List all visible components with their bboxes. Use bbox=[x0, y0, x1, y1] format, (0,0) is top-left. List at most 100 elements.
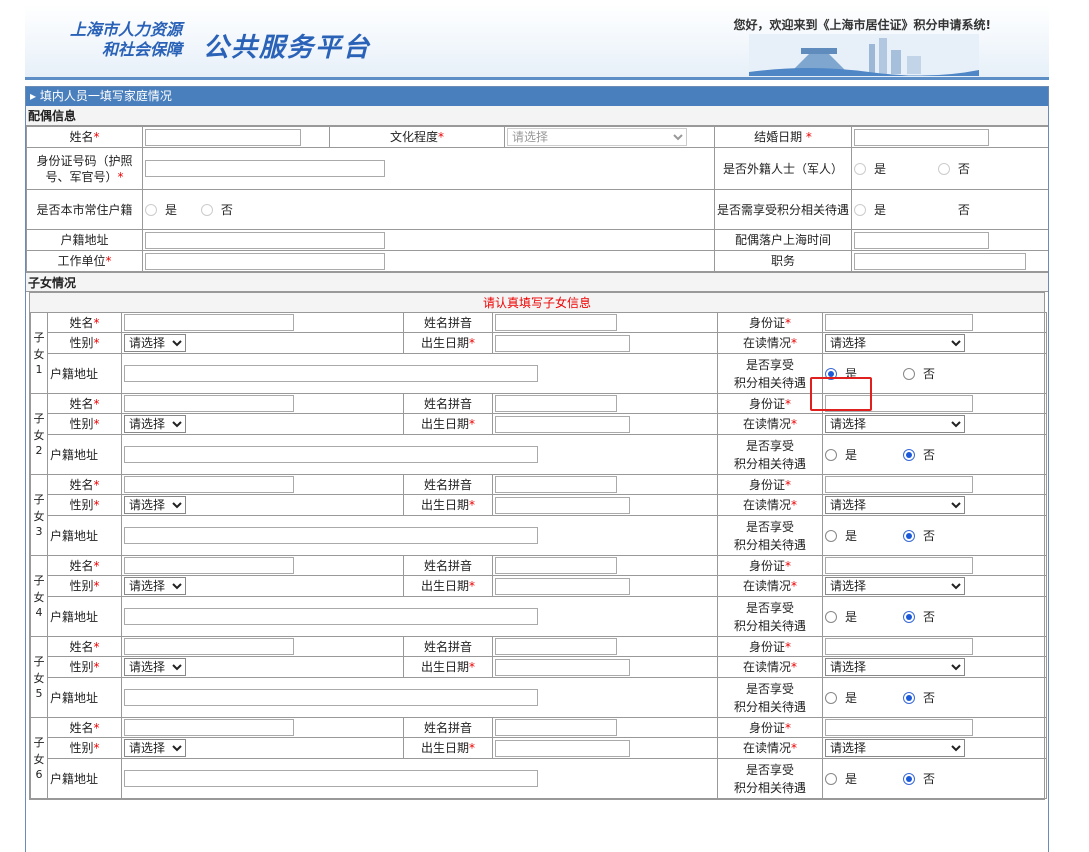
child-benefit-yes-radio[interactable] bbox=[825, 448, 837, 461]
spouse-local-no-radio[interactable] bbox=[200, 203, 213, 216]
spouse-foreign-yes-radio[interactable] bbox=[854, 162, 866, 175]
child-id-label: 身份证* bbox=[717, 636, 823, 657]
spouse-work-input[interactable] bbox=[145, 252, 385, 270]
child-gender-select[interactable]: 请选择 bbox=[124, 658, 186, 676]
child-hukou-input[interactable] bbox=[124, 446, 538, 463]
child-hukou-label: 户籍地址 bbox=[47, 353, 122, 394]
child-hukou-input[interactable] bbox=[124, 608, 538, 625]
logo-org-name: 上海市人力资源 和社会保障 bbox=[70, 20, 183, 59]
child-name-input[interactable] bbox=[124, 557, 294, 574]
child-study-select[interactable]: 请选择 bbox=[825, 415, 965, 433]
child-table: 子女 6 姓名* 姓名拼音 身份证* 性别* 请选择 出生日期* 在读情况* 请选择 户籍地址 是否享… bbox=[30, 717, 1047, 799]
child-study-label: 在读情况* bbox=[717, 737, 823, 759]
child-study-select[interactable]: 请选择 bbox=[825, 334, 965, 352]
form-title-bar: ▸ 填内人员一填写家庭情况 bbox=[26, 87, 1048, 106]
spouse-foreign-label: 是否外籍人士（军人） bbox=[714, 147, 852, 190]
child-benefit-yes-radio[interactable] bbox=[825, 772, 837, 785]
child-benefit-no-radio[interactable] bbox=[903, 772, 916, 785]
spouse-marriage-date-input[interactable] bbox=[854, 128, 989, 146]
child-birth-input[interactable] bbox=[495, 334, 630, 352]
child-benefit-no-radio[interactable] bbox=[903, 448, 916, 461]
child-gender-select[interactable]: 请选择 bbox=[124, 334, 186, 352]
child-hukou-input[interactable] bbox=[124, 689, 538, 706]
child-pinyin-label: 姓名拼音 bbox=[403, 312, 493, 333]
spouse-foreign-no-radio[interactable] bbox=[937, 162, 950, 175]
child-benefit-no-radio[interactable] bbox=[903, 610, 916, 623]
child-pinyin-input[interactable] bbox=[495, 395, 617, 412]
child-birth-label: 出生日期* bbox=[403, 494, 493, 516]
spouse-local-yes-radio[interactable] bbox=[145, 203, 157, 216]
child-number-cell: 子女 2 bbox=[30, 393, 48, 475]
child-name-label: 姓名* bbox=[47, 393, 122, 414]
child-birth-label: 出生日期* bbox=[403, 413, 493, 435]
child-id-input[interactable] bbox=[825, 557, 973, 574]
child-benefit-no-radio[interactable] bbox=[903, 367, 916, 380]
spouse-benefit-yes-radio[interactable] bbox=[854, 203, 866, 216]
child-gender-select[interactable]: 请选择 bbox=[124, 415, 186, 433]
child-id-input[interactable] bbox=[825, 719, 973, 736]
child-name-input[interactable] bbox=[124, 476, 294, 493]
child-id-label: 身份证* bbox=[717, 312, 823, 333]
child-study-select[interactable]: 请选择 bbox=[825, 658, 965, 676]
spouse-education-select[interactable]: 请选择 bbox=[507, 128, 687, 146]
child-hukou-input[interactable] bbox=[124, 365, 538, 382]
child-hukou-input[interactable] bbox=[124, 770, 538, 787]
child-birth-input[interactable] bbox=[495, 658, 630, 676]
spouse-hukou-input[interactable] bbox=[145, 231, 385, 249]
child-name-input[interactable] bbox=[124, 719, 294, 736]
child-birth-input[interactable] bbox=[495, 577, 630, 595]
child-benefit-yes-radio[interactable] bbox=[825, 691, 837, 704]
child-study-label: 在读情况* bbox=[717, 494, 823, 516]
child-name-input[interactable] bbox=[124, 314, 294, 331]
spouse-work-label: 工作单位* bbox=[26, 250, 143, 272]
child-number-cell: 子女 1 bbox=[30, 312, 48, 394]
spouse-name-input[interactable] bbox=[145, 128, 301, 146]
child-id-input[interactable] bbox=[825, 638, 973, 655]
child-study-label: 在读情况* bbox=[717, 656, 823, 678]
child-benefit-no-radio[interactable] bbox=[903, 691, 916, 704]
child-id-input[interactable] bbox=[825, 314, 973, 331]
child-number-cell: 子女 3 bbox=[30, 474, 48, 556]
child-benefit-yes-radio[interactable] bbox=[825, 529, 837, 542]
child-benefit-no-radio[interactable] bbox=[903, 529, 916, 542]
children-list: 子女 1 姓名* 姓名拼音 身份证* 性别* 请选择 出生日期* 在读情况* 请选择 户籍地址 是否享… bbox=[30, 312, 1047, 799]
children-section-title: 子女情况 bbox=[26, 272, 1048, 292]
child-birth-input[interactable] bbox=[495, 739, 630, 757]
child-name-input[interactable] bbox=[124, 395, 294, 412]
child-pinyin-label: 姓名拼音 bbox=[403, 393, 493, 414]
child-birth-label: 出生日期* bbox=[403, 737, 493, 759]
child-hukou-input[interactable] bbox=[124, 527, 538, 544]
child-id-label: 身份证* bbox=[717, 474, 823, 495]
child-gender-select[interactable]: 请选择 bbox=[124, 496, 186, 514]
child-name-label: 姓名* bbox=[47, 717, 122, 738]
child-study-select[interactable]: 请选择 bbox=[825, 577, 965, 595]
child-benefit-yes-radio[interactable] bbox=[825, 610, 837, 623]
child-gender-select[interactable]: 请选择 bbox=[124, 577, 186, 595]
spouse-settle-time-input[interactable] bbox=[854, 231, 989, 249]
child-study-select[interactable]: 请选择 bbox=[825, 496, 965, 514]
child-pinyin-input[interactable] bbox=[495, 638, 617, 655]
spouse-position-label: 职务 bbox=[714, 250, 852, 272]
child-pinyin-input[interactable] bbox=[495, 476, 617, 493]
logo-platform-name: 公共服务平台 bbox=[203, 33, 372, 63]
child-birth-input[interactable] bbox=[495, 415, 630, 433]
spouse-benefit-label: 是否需享受积分相关待遇 bbox=[714, 189, 852, 230]
child-benefit-label: 是否享受 积分相关待遇 bbox=[717, 677, 823, 718]
child-number-cell: 子女 4 bbox=[30, 555, 48, 637]
child-name-input[interactable] bbox=[124, 638, 294, 655]
child-birth-input[interactable] bbox=[495, 496, 630, 514]
child-pinyin-input[interactable] bbox=[495, 314, 617, 331]
child-gender-select[interactable]: 请选择 bbox=[124, 739, 186, 757]
spouse-position-input[interactable] bbox=[854, 252, 1026, 270]
child-name-label: 姓名* bbox=[47, 636, 122, 657]
child-id-input[interactable] bbox=[825, 476, 973, 493]
spouse-id-input[interactable] bbox=[145, 160, 385, 177]
child-study-select[interactable]: 请选择 bbox=[825, 739, 965, 757]
child-pinyin-input[interactable] bbox=[495, 557, 617, 574]
child-hukou-label: 户籍地址 bbox=[47, 758, 122, 799]
children-container: 请认真填写子女信息 子女 1 姓名* 姓名拼音 身份证* 性别* 请选择 出生日期* 在读情况*… bbox=[29, 292, 1047, 800]
child-pinyin-input[interactable] bbox=[495, 719, 617, 736]
child-gender-label: 性别* bbox=[47, 494, 122, 516]
welcome-text: 您好，欢迎来到《上海市居住证》积分申请系统! bbox=[733, 18, 991, 32]
child-benefit-label: 是否享受 积分相关待遇 bbox=[717, 596, 823, 637]
